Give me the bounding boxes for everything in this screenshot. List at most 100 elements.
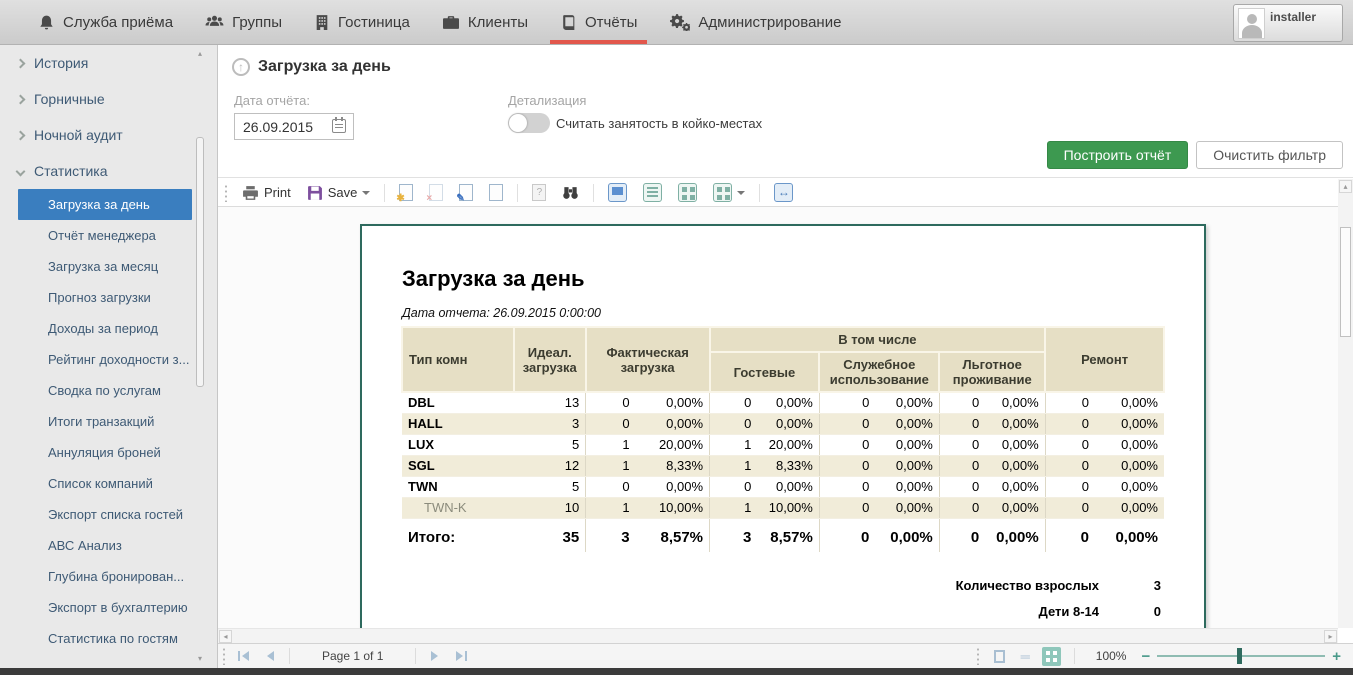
facing-view-button[interactable] [673,181,702,204]
value-cell: 0,00% [985,435,1045,456]
sidebar-subitem[interactable]: Прогноз загрузки [0,282,217,313]
sidebar-subitem[interactable]: Экспорт списка гостей [0,499,217,530]
value-cell: 0,00% [985,414,1045,435]
nav-item-groups[interactable]: Группы [189,0,298,44]
scroll-left-icon[interactable]: ◂ [219,630,232,643]
value-cell: 20,00% [757,435,819,456]
nav-item-reports[interactable]: Отчёты [544,0,653,44]
edit-page-button[interactable]: ✎ [454,182,478,203]
toolbar-drag-handle[interactable] [224,184,229,202]
summary-adults: Количество взрослых 3 [956,578,1161,593]
paste-button[interactable]: ? [527,182,551,203]
nav-item-administration[interactable]: Администрирование [653,0,857,44]
value-cell: 0,00% [985,392,1045,414]
scrollbar-thumb[interactable] [196,137,204,387]
value-cell: 35 [514,519,586,553]
sidebar-subitem[interactable]: Загрузка за день [18,189,192,220]
next-page-button[interactable] [422,651,447,661]
sidebar-item-housekeeping[interactable]: Горничные [0,81,217,117]
scroll-up-icon[interactable]: ▴ [195,49,205,59]
viewer-horizontal-scrollbar[interactable]: ◂ ▸ [218,628,1338,643]
sidebar-item-history[interactable]: История [0,45,217,81]
printer-icon [242,185,259,201]
multiple-pages-dropdown-icon[interactable] [737,191,745,199]
zoom-multiple-pages-button[interactable] [1042,647,1061,666]
zoom-page-width-button[interactable]: ═ [1016,647,1035,666]
sidebar-item-night-audit[interactable]: Ночной аудит [0,117,217,153]
single-page-icon [608,183,627,202]
report-viewer: Загрузка за день Дата отчета: 26.09.2015… [218,207,1338,628]
calendar-icon[interactable] [332,119,346,133]
value-cell: 0 [819,519,875,553]
room-type-cell: DBL [402,392,514,414]
value-cell: 0,00% [985,477,1045,498]
multiple-pages-button[interactable] [708,181,750,204]
sidebar-subitem[interactable]: Экспорт в бухгалтерию [0,592,217,623]
last-page-button[interactable] [447,651,476,661]
sidebar-subitem[interactable]: Список компаний [0,468,217,499]
value-cell: 0 [939,435,985,456]
save-icon [307,185,323,201]
save-button[interactable]: Save [302,183,376,203]
sidebar-subitem[interactable]: Отчёт менеджера [0,220,217,251]
value-cell: 0 [586,477,636,498]
zoom-out-button[interactable]: − [1141,648,1150,665]
delete-page-button[interactable]: × [424,182,448,203]
nav-item-clients[interactable]: Клиенты [426,0,544,44]
sidebar-scrollbar[interactable]: ▴ ▾ [195,49,205,664]
section-label: Горничные [34,91,105,107]
col-header-repair: Ремонт [1045,327,1164,392]
value-cell: 0,00% [875,456,939,477]
clipboard-icon: ? [532,184,546,201]
report-table-total-row: Итого:3538,57%38,57%00,00%00,00%00,00% [402,519,1164,553]
briefcase-icon [442,14,460,30]
sidebar-subitem[interactable]: Глубина бронирован... [0,561,217,592]
zoom-single-page-button[interactable] [990,647,1009,666]
sidebar-subitem[interactable]: Загрузка за месяц [0,251,217,282]
zoom-in-button[interactable]: + [1332,648,1341,665]
collapse-panel-icon[interactable]: ↑ [232,58,250,76]
value-cell: 5 [514,435,586,456]
sidebar-subitem[interactable]: Аннуляция броней [0,437,217,468]
print-button[interactable]: Print [237,183,296,203]
sidebar-subitem[interactable]: Сводка по услугам [0,375,217,406]
scrollbar-thumb[interactable] [1340,227,1351,337]
save-dropdown-icon[interactable] [362,191,370,199]
new-page-button[interactable]: ✱ [394,182,418,203]
bed-occupancy-toggle[interactable] [508,113,550,133]
room-type-cell: HALL [402,414,514,435]
value-cell: 8,57% [757,519,819,553]
nav-label: Служба приёма [63,14,173,31]
col-header-room-type: Тип комн [402,327,514,392]
viewer-vertical-scrollbar[interactable]: ▴ [1338,179,1353,628]
build-report-button[interactable]: Построить отчёт [1047,141,1189,169]
sidebar-subitem[interactable]: АВС Анализ [0,530,217,561]
find-button[interactable] [557,184,584,202]
sidebar-item-statistics[interactable]: Статистика [0,153,217,189]
zoom-slider[interactable] [1157,648,1325,664]
sidebar-subitem[interactable]: Рейтинг доходности з... [0,344,217,375]
slider-handle[interactable] [1237,648,1242,664]
zoombar-drag-handle[interactable] [976,647,981,665]
value-cell: 0 [710,414,758,435]
statusbar-drag-handle[interactable] [222,647,227,665]
toggle-knob [509,114,527,132]
sidebar-subitem[interactable]: Статистика по гостям [0,623,217,654]
single-page-view-button[interactable] [603,181,632,204]
page-setup-button[interactable] [484,182,508,203]
page-width-button[interactable] [769,181,798,204]
sidebar-subitem[interactable]: Итоги транзакций [0,406,217,437]
scroll-up-icon[interactable]: ▴ [1339,180,1352,193]
user-badge[interactable]: installer [1233,4,1343,42]
nav-item-hotel[interactable]: Гостиница [298,0,426,44]
continuous-view-button[interactable] [638,181,667,204]
report-table-body: DBL1300,00%00,00%00,00%00,00%00,00%HALL3… [402,392,1164,519]
scroll-right-icon[interactable]: ▸ [1324,630,1337,643]
value-cell: 0,00% [1095,477,1164,498]
sidebar-subitem[interactable]: Доходы за период [0,313,217,344]
previous-page-button[interactable] [258,651,283,661]
nav-item-reception[interactable]: Служба приёма [22,0,189,44]
clear-filter-button[interactable]: Очистить фильтр [1196,141,1343,169]
scroll-down-icon[interactable]: ▾ [195,654,205,664]
first-page-button[interactable] [229,651,258,661]
